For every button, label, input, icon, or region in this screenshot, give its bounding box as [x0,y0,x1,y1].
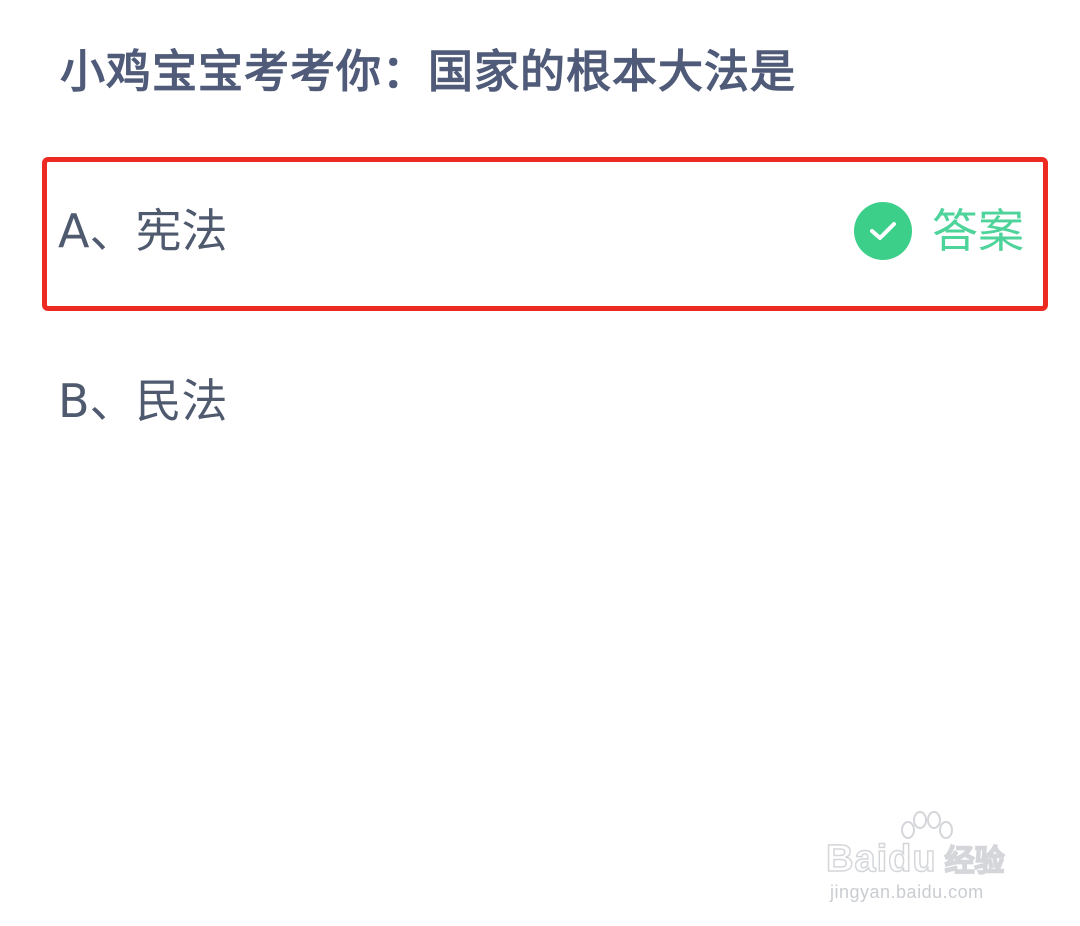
option-b[interactable]: B、民法 [42,327,1048,481]
watermark-url: jingyan.baidu.com [830,882,984,902]
option-a-label: A、宪法 [58,204,228,258]
option-b-label: B、民法 [58,374,228,428]
answer-label: 答案 [932,204,1024,258]
option-a[interactable]: A、宪法 答案 [42,157,1048,311]
watermark-brand: Baidu [825,837,937,881]
answer-tag: 答案 [854,201,1024,261]
check-circle-icon [854,202,912,260]
question-title: 小鸡宝宝考考你：国家的根本大法是 [60,45,797,98]
watermark-product: 经验 [944,843,1006,880]
watermark-logo-text: Baidu 经验 [825,836,1006,881]
baidu-jingyan-watermark: Baidu 经验 jingyan.baidu.com [825,808,1036,908]
